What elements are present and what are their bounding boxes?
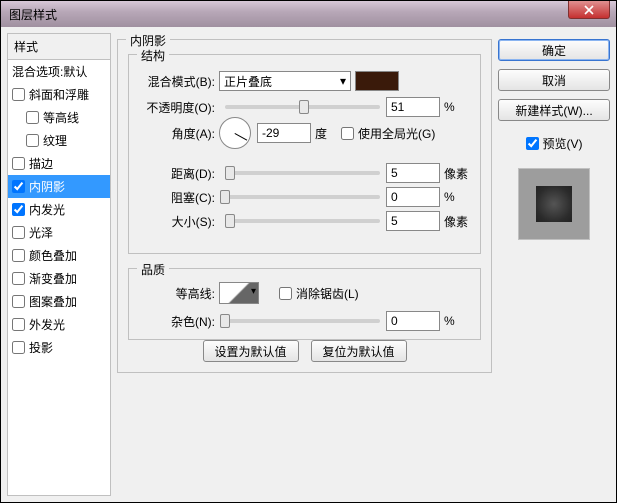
- style-item-1[interactable]: 等高线: [8, 106, 110, 129]
- style-item-0[interactable]: 斜面和浮雕: [8, 83, 110, 106]
- size-label: 大小(S):: [139, 213, 219, 230]
- noise-label: 杂色(N):: [139, 313, 219, 330]
- global-light-checkbox[interactable]: [341, 127, 354, 140]
- blend-color-swatch[interactable]: [355, 71, 399, 91]
- style-item-checkbox[interactable]: [12, 180, 25, 193]
- style-item-label: 内阴影: [29, 178, 65, 195]
- style-item-label: 描边: [29, 155, 53, 172]
- blend-mode-label: 混合模式(B):: [139, 73, 219, 90]
- style-item-label: 外发光: [29, 316, 65, 333]
- style-item-label: 等高线: [43, 109, 79, 126]
- style-item-7[interactable]: 颜色叠加: [8, 244, 110, 267]
- styles-header: 样式: [8, 34, 110, 60]
- size-slider[interactable]: [225, 219, 380, 223]
- distance-input[interactable]: 5: [386, 163, 440, 183]
- style-item-checkbox[interactable]: [12, 318, 25, 331]
- dialog-buttons: 确定 取消 新建样式(W)... 预览(V): [498, 33, 610, 496]
- style-item-checkbox[interactable]: [12, 341, 25, 354]
- style-item-8[interactable]: 渐变叠加: [8, 267, 110, 290]
- layer-style-dialog: 图层样式 样式 混合选项:默认 斜面和浮雕等高线纹理描边内阴影内发光光泽颜色叠加…: [0, 0, 617, 503]
- style-item-2[interactable]: 纹理: [8, 129, 110, 152]
- new-style-button[interactable]: 新建样式(W)...: [498, 99, 610, 121]
- antialias-checkbox[interactable]: [279, 287, 292, 300]
- titlebar[interactable]: 图层样式: [1, 1, 616, 27]
- blend-mode-dropdown[interactable]: 正片叠底: [219, 71, 351, 91]
- style-item-4[interactable]: 内阴影: [8, 175, 110, 198]
- style-item-checkbox[interactable]: [12, 295, 25, 308]
- choke-slider[interactable]: [225, 195, 380, 199]
- cancel-button[interactable]: 取消: [498, 69, 610, 91]
- opacity-label: 不透明度(O):: [139, 99, 219, 116]
- contour-label: 等高线:: [139, 285, 219, 302]
- opacity-slider[interactable]: [225, 105, 380, 109]
- ok-button[interactable]: 确定: [498, 39, 610, 61]
- style-item-6[interactable]: 光泽: [8, 221, 110, 244]
- quality-title: 品质: [137, 261, 169, 278]
- preview-checkbox[interactable]: [526, 137, 539, 150]
- style-item-label: 图案叠加: [29, 293, 77, 310]
- size-input[interactable]: 5: [386, 211, 440, 231]
- structure-title: 结构: [137, 47, 169, 64]
- angle-dial[interactable]: [219, 117, 251, 149]
- style-item-label: 斜面和浮雕: [29, 86, 89, 103]
- style-item-3[interactable]: 描边: [8, 152, 110, 175]
- preview-box: [518, 168, 590, 240]
- style-item-checkbox[interactable]: [12, 203, 25, 216]
- window-title: 图层样式: [9, 6, 57, 23]
- contour-picker[interactable]: [219, 282, 259, 304]
- style-item-10[interactable]: 外发光: [8, 313, 110, 336]
- style-item-checkbox[interactable]: [12, 226, 25, 239]
- style-item-label: 内发光: [29, 201, 65, 218]
- settings-panel: 内阴影 结构 混合模式(B): 正片叠底 不透明度(O): 51 %: [117, 33, 492, 496]
- preview-thumbnail: [536, 186, 572, 222]
- angle-input[interactable]: -29: [257, 123, 311, 143]
- style-item-checkbox[interactable]: [26, 111, 39, 124]
- style-item-5[interactable]: 内发光: [8, 198, 110, 221]
- styles-list: 样式 混合选项:默认 斜面和浮雕等高线纹理描边内阴影内发光光泽颜色叠加渐变叠加图…: [7, 33, 111, 496]
- style-item-checkbox[interactable]: [26, 134, 39, 147]
- style-item-9[interactable]: 图案叠加: [8, 290, 110, 313]
- style-item-checkbox[interactable]: [12, 249, 25, 262]
- style-item-label: 纹理: [43, 132, 67, 149]
- style-item-label: 渐变叠加: [29, 270, 77, 287]
- set-default-button[interactable]: 设置为默认值: [203, 340, 299, 362]
- opacity-input[interactable]: 51: [386, 97, 440, 117]
- style-item-checkbox[interactable]: [12, 272, 25, 285]
- style-item-label: 光泽: [29, 224, 53, 241]
- distance-slider[interactable]: [225, 171, 380, 175]
- style-item-11[interactable]: 投影: [8, 336, 110, 359]
- noise-slider[interactable]: [225, 319, 380, 323]
- preview-label: 预览(V): [543, 135, 583, 152]
- choke-label: 阻塞(C):: [139, 189, 219, 206]
- close-icon: [584, 5, 594, 15]
- blend-options-row[interactable]: 混合选项:默认: [8, 60, 110, 83]
- close-button[interactable]: [568, 1, 610, 19]
- antialias-label: 消除锯齿(L): [296, 285, 359, 302]
- angle-label: 角度(A):: [139, 125, 219, 142]
- style-item-checkbox[interactable]: [12, 157, 25, 170]
- choke-input[interactable]: 0: [386, 187, 440, 207]
- noise-input[interactable]: 0: [386, 311, 440, 331]
- global-light-label: 使用全局光(G): [358, 125, 435, 142]
- style-item-checkbox[interactable]: [12, 88, 25, 101]
- style-item-label: 颜色叠加: [29, 247, 77, 264]
- reset-default-button[interactable]: 复位为默认值: [311, 340, 407, 362]
- distance-label: 距离(D):: [139, 165, 219, 182]
- style-item-label: 投影: [29, 339, 53, 356]
